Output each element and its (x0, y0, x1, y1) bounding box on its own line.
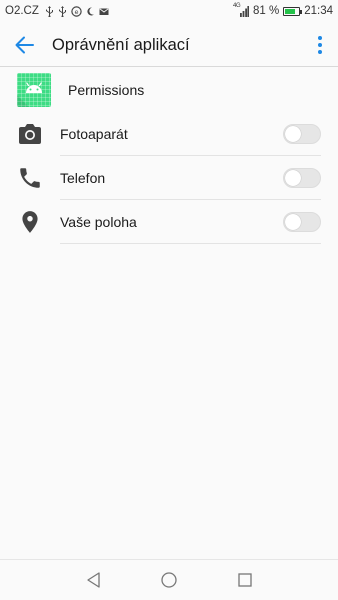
overflow-menu-button[interactable] (314, 33, 326, 57)
battery-fill (285, 8, 296, 14)
navigation-bar (0, 559, 338, 600)
permission-row-phone[interactable]: Telefon (0, 156, 338, 200)
back-icon (87, 572, 100, 588)
battery-icon (283, 6, 303, 16)
usb-icon (45, 5, 54, 17)
more-vert-icon (318, 36, 322, 54)
permission-label: Telefon (60, 170, 106, 186)
status-right: 4G 81 % 21:34 (233, 2, 333, 18)
notification-icon: e (71, 5, 82, 17)
nav-recents-button[interactable] (236, 571, 254, 589)
location-icon (17, 209, 43, 235)
location-toggle[interactable] (283, 212, 321, 232)
recents-icon (238, 573, 252, 587)
status-left: O2.CZ e (5, 5, 109, 17)
status-bar: O2.CZ e 4G 81 % 21:34 (0, 0, 338, 24)
camera-toggle[interactable] (283, 124, 321, 144)
nav-home-button[interactable] (160, 571, 178, 589)
back-button[interactable] (12, 33, 38, 57)
arrow-left-icon (15, 36, 34, 54)
battery-percent: 81 % (253, 5, 280, 17)
home-icon (161, 572, 177, 588)
page-title: Oprávnění aplikací (52, 36, 190, 54)
app-bar: Oprávnění aplikací (0, 24, 338, 67)
permission-row-camera[interactable]: Fotoaparát (0, 112, 338, 156)
usb-icon (58, 5, 67, 17)
do-not-disturb-moon-icon (86, 6, 95, 17)
mail-icon (99, 6, 109, 17)
svg-text:e: e (74, 8, 78, 16)
permissions-list: Fotoaparát Telefon Vaše poloha (0, 112, 338, 244)
permission-row-location[interactable]: Vaše poloha (0, 200, 338, 244)
phone-icon (17, 165, 43, 191)
app-header: Permissions (0, 67, 338, 113)
network-type-label: 4G (233, 2, 241, 9)
camera-icon (17, 121, 43, 147)
app-name: Permissions (68, 82, 145, 98)
phone-toggle[interactable] (283, 168, 321, 188)
signal-icon: 4G (233, 2, 249, 17)
android-icon (17, 73, 51, 107)
permission-label: Vaše poloha (60, 214, 137, 230)
nav-back-button[interactable] (85, 571, 103, 589)
permission-label: Fotoaparát (60, 126, 128, 142)
carrier-label: O2.CZ (5, 5, 39, 17)
clock: 21:34 (304, 5, 333, 17)
